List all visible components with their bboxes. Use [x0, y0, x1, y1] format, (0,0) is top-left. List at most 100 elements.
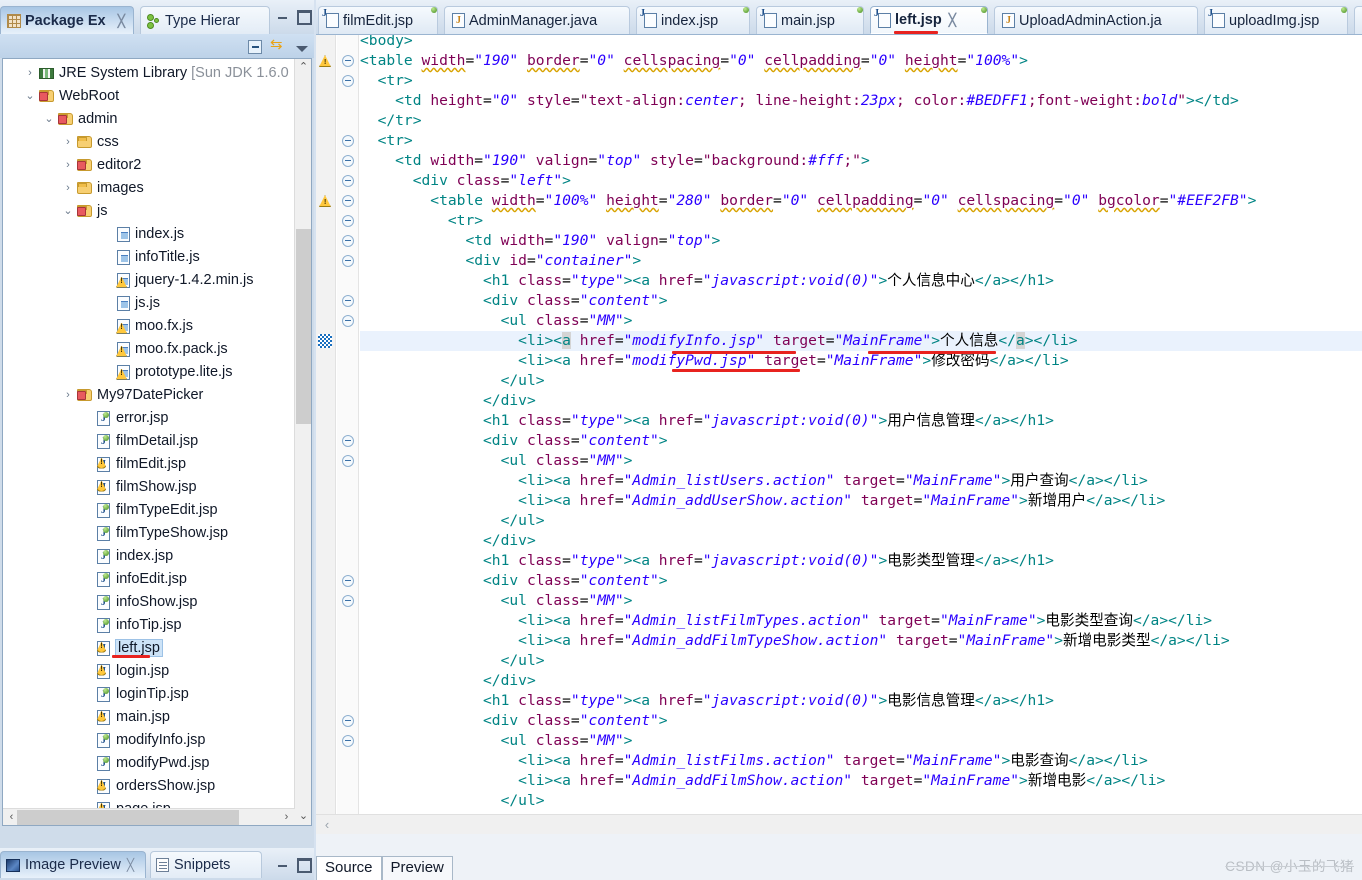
- code-line[interactable]: </ul>: [360, 371, 545, 391]
- code-line[interactable]: <div class="content">: [360, 431, 668, 451]
- minimize-icon[interactable]: [275, 856, 290, 870]
- code-line[interactable]: </tr>: [360, 111, 422, 131]
- code-line[interactable]: </div>: [360, 671, 536, 691]
- chevron-right-icon[interactable]: ›: [60, 389, 76, 401]
- warning-marker-icon[interactable]: [319, 195, 331, 207]
- code-line[interactable]: </ul>: [360, 651, 545, 671]
- tree-item-index-jsp[interactable]: index.jsp: [3, 544, 295, 567]
- tab-package-explorer[interactable]: Package Ex ╳: [0, 6, 134, 34]
- maximize-icon[interactable]: [295, 856, 312, 873]
- fold-collapse-icon[interactable]: [342, 75, 354, 87]
- tab-source[interactable]: Source: [316, 856, 382, 880]
- warning-marker-icon[interactable]: [319, 55, 331, 67]
- code-line[interactable]: <table width="100%" height="280" border=…: [360, 191, 1256, 211]
- editor-tab-index-jsp[interactable]: index.jsp: [636, 6, 750, 34]
- fold-collapse-icon[interactable]: [342, 455, 354, 467]
- fold-collapse-icon[interactable]: [342, 135, 354, 147]
- fold-collapse-icon[interactable]: [342, 295, 354, 307]
- code-line[interactable]: <li><a href="Admin_addFilmShow.action" t…: [360, 771, 1165, 791]
- scroll-up-arrow-icon[interactable]: ⌃: [295, 59, 311, 76]
- collapse-all-icon[interactable]: [248, 38, 267, 54]
- tree-item-main-jsp[interactable]: main.jsp: [3, 705, 295, 728]
- project-tree-rows[interactable]: › JRE System Library [Sun JDK 1.6.0 ⌄ WebRo…: [3, 59, 295, 825]
- code-line[interactable]: <tr>: [360, 71, 413, 91]
- tree-item-webroot[interactable]: ⌄ WebRoot: [3, 84, 295, 107]
- code-line[interactable]: <div id="container">: [360, 251, 641, 271]
- code-line[interactable]: <body>: [360, 35, 413, 51]
- scroll-left-arrow-icon[interactable]: ‹: [318, 815, 336, 834]
- fold-collapse-icon[interactable]: [342, 155, 354, 167]
- code-line[interactable]: <li><a href="Admin_addFilmTypeShow.actio…: [360, 631, 1229, 651]
- fold-collapse-icon[interactable]: [342, 55, 354, 67]
- code-line[interactable]: <li><a href="Admin_addUserShow.action" t…: [360, 491, 1165, 511]
- tree-item-index-js[interactable]: index.js: [3, 222, 295, 245]
- code-line[interactable]: <tr>: [360, 131, 413, 151]
- code-line[interactable]: <div class="content">: [360, 711, 668, 731]
- tree-item-infoshow-jsp[interactable]: infoShow.jsp: [3, 590, 295, 613]
- tree-item-login-jsp[interactable]: login.jsp: [3, 659, 295, 682]
- close-icon[interactable]: ╳: [112, 14, 125, 28]
- editor-tab-adminmanager-java[interactable]: AdminManager.java: [444, 6, 630, 34]
- tree-item-jquery-1-4-2-min-js[interactable]: jquery-1.4.2.min.js: [3, 268, 295, 291]
- editor-horizontal-scrollbar[interactable]: ‹: [316, 814, 1362, 834]
- fold-collapse-icon[interactable]: [342, 315, 354, 327]
- tree-item-infotip-jsp[interactable]: infoTip.jsp: [3, 613, 295, 636]
- editor-tab-uploadadminaction-ja[interactable]: UploadAdminAction.ja: [994, 6, 1198, 34]
- tree-item-my97datepicker[interactable]: › My97DatePicker: [3, 383, 295, 406]
- tree-item-js-js[interactable]: js.js: [3, 291, 295, 314]
- code-line[interactable]: <tr>: [360, 211, 483, 231]
- editor-tab-filmedit-jsp[interactable]: filmEdit.jsp: [318, 6, 438, 34]
- editor-tab-main-jsp[interactable]: main.jsp: [756, 6, 864, 34]
- tree-item-prototype-lite-js[interactable]: prototype.lite.js: [3, 360, 295, 383]
- chevron-down-icon[interactable]: ⌄: [22, 89, 38, 102]
- code-line[interactable]: <li><a href="Admin_listFilms.action" tar…: [360, 751, 1148, 771]
- tree-item-error-jsp[interactable]: error.jsp: [3, 406, 295, 429]
- tree-item-left-jsp[interactable]: left.jsp: [3, 636, 295, 659]
- scroll-down-arrow-icon[interactable]: ⌄: [295, 808, 311, 825]
- code-line[interactable]: <td height="0" style="text-align:center;…: [360, 91, 1239, 111]
- code-line[interactable]: <table width="190" border="0" cellspacin…: [360, 51, 1028, 71]
- tab-type-hierarchy[interactable]: Type Hierar: [140, 6, 270, 34]
- chevron-down-icon[interactable]: ⌄: [41, 112, 57, 125]
- tab-preview[interactable]: Preview: [381, 856, 453, 880]
- fold-collapse-icon[interactable]: [342, 435, 354, 447]
- maximize-icon[interactable]: [295, 8, 312, 25]
- code-line[interactable]: <li><a href="modifyPwd.jsp" target="Main…: [360, 351, 1069, 371]
- project-tree[interactable]: › JRE System Library [Sun JDK 1.6.0 ⌄ WebRo…: [2, 58, 312, 826]
- fold-collapse-icon[interactable]: [342, 595, 354, 607]
- close-icon[interactable]: ╳: [949, 13, 956, 27]
- chevron-down-icon[interactable]: ⌄: [60, 204, 76, 217]
- tree-item-filmtypeedit-jsp[interactable]: filmTypeEdit.jsp: [3, 498, 295, 521]
- chevron-right-icon[interactable]: ›: [22, 67, 38, 79]
- code-line[interactable]: </ul>: [360, 511, 545, 531]
- tree-item-modifypwd-jsp[interactable]: modifyPwd.jsp: [3, 751, 295, 774]
- code-line[interactable]: <div class="content">: [360, 571, 668, 591]
- link-with-editor-icon[interactable]: ⇆: [270, 37, 288, 55]
- code-line[interactable]: <ul class="MM">: [360, 451, 633, 471]
- editor-tab-left-jsp[interactable]: left.jsp ╳: [870, 6, 988, 34]
- chevron-right-icon[interactable]: ›: [60, 182, 76, 194]
- fold-collapse-icon[interactable]: [342, 735, 354, 747]
- code-line[interactable]: <ul class="MM">: [360, 591, 633, 611]
- editor-tab-uploadimg-jsp[interactable]: uploadImg.jsp: [1204, 6, 1348, 34]
- tree-item-infotitle-js[interactable]: infoTitle.js: [3, 245, 295, 268]
- tree-item-filmtypeshow-jsp[interactable]: filmTypeShow.jsp: [3, 521, 295, 544]
- code-line-current[interactable]: <li><a href="modifyInfo.jsp" target="Mai…: [360, 331, 1362, 351]
- code-line[interactable]: <h1 class="type"><a href="javascript:voi…: [360, 271, 1054, 291]
- editor-fold-gutter[interactable]: [337, 35, 359, 834]
- tree-item-filmedit-jsp[interactable]: filmEdit.jsp: [3, 452, 295, 475]
- code-line[interactable]: <li><a href="Admin_listFilmTypes.action"…: [360, 611, 1212, 631]
- fold-collapse-icon[interactable]: [342, 195, 354, 207]
- tree-item-css[interactable]: › css: [3, 130, 295, 153]
- editor-marker-gutter[interactable]: [316, 35, 336, 834]
- code-line[interactable]: <td width="190" valign="top">: [360, 231, 720, 251]
- tree-item-images[interactable]: › images: [3, 176, 295, 199]
- tree-item-jre-system-library-[interactable]: › JRE System Library [Sun JDK 1.6.0: [3, 61, 295, 84]
- chevron-right-icon[interactable]: ›: [60, 159, 76, 171]
- tree-item-js[interactable]: ⌄ js: [3, 199, 295, 222]
- code-line[interactable]: <td width="190" valign="top" style="back…: [360, 151, 870, 171]
- fold-collapse-icon[interactable]: [342, 255, 354, 267]
- code-line[interactable]: <div class="left">: [360, 171, 571, 191]
- chevron-right-icon[interactable]: ›: [60, 136, 76, 148]
- tree-item-filmdetail-jsp[interactable]: filmDetail.jsp: [3, 429, 295, 452]
